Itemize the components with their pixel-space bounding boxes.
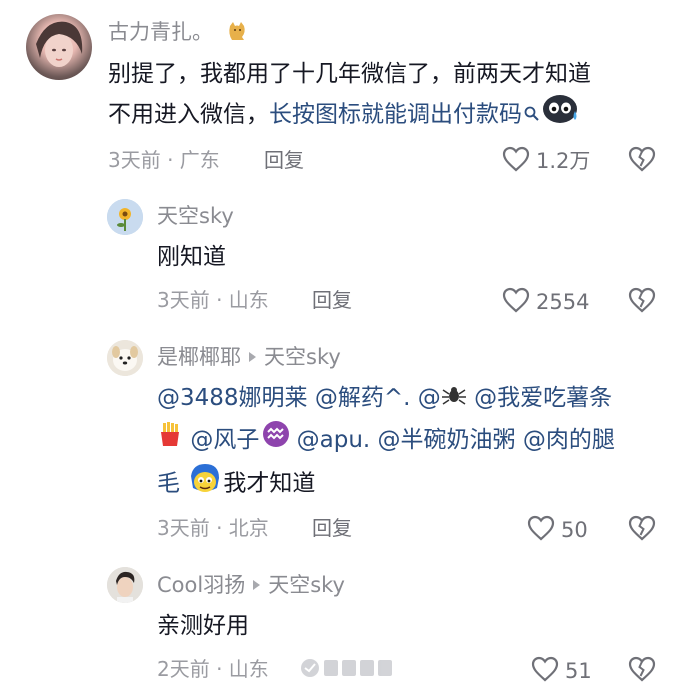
search-link[interactable]: 长按图标就能调出付款码 bbox=[269, 102, 522, 128]
search-icon[interactable] bbox=[524, 96, 540, 134]
avatar[interactable] bbox=[107, 340, 143, 376]
fries-emoji-icon bbox=[157, 421, 183, 459]
play-arrow-icon bbox=[249, 352, 256, 362]
like-button[interactable]: 50 bbox=[527, 515, 588, 545]
like-button[interactable]: 51 bbox=[531, 656, 592, 686]
comment-text: @3488娜明莱 @解药^. @ @我爱吃薯条 @风子 @apu. @半碗奶油粥… bbox=[157, 379, 667, 506]
comment-text-line: @3488娜明莱 @解药^. @ @我爱吃薯条 bbox=[157, 379, 667, 418]
mention-link[interactable]: @风子 bbox=[190, 427, 259, 453]
comment-username[interactable]: 天空sky bbox=[157, 206, 234, 227]
dislike-button[interactable] bbox=[628, 515, 656, 545]
mention-link[interactable]: @半碗奶油粥 bbox=[378, 427, 516, 453]
like-count: 1.2万 bbox=[536, 148, 591, 173]
comment-time-location: 3天前 · 广东 bbox=[108, 148, 220, 172]
like-button[interactable]: 2554 bbox=[502, 287, 589, 317]
mention-link[interactable]: @3488娜明莱 bbox=[157, 385, 308, 411]
play-arrow-icon bbox=[253, 580, 261, 590]
comment-text-line: 别提了，我都用了十几年微信了，前两天才知道 bbox=[108, 61, 591, 87]
dislike-button[interactable] bbox=[628, 656, 656, 686]
username-text[interactable]: 是椰椰耶 bbox=[157, 345, 241, 369]
reply-button[interactable]: 回复 bbox=[312, 290, 352, 310]
watermark bbox=[298, 655, 408, 681]
mention-link[interactable]: @apu. bbox=[297, 427, 371, 453]
comment-text: 刚知道 bbox=[157, 244, 226, 270]
comment-time-location: 2天前 · 山东 bbox=[157, 657, 269, 681]
like-count: 51 bbox=[565, 658, 592, 683]
heart-outline-icon bbox=[502, 287, 530, 317]
comment-text: 亲测好用 bbox=[157, 613, 249, 639]
mention-link[interactable]: @肉的腿 bbox=[523, 427, 615, 453]
comment-text: 别提了，我都用了十几年微信了，前两天才知道 不用进入微信，长按图标就能调出付款码 bbox=[108, 55, 668, 137]
mention-link[interactable]: @我爱吃薯条 bbox=[474, 385, 612, 411]
avatar[interactable] bbox=[26, 14, 92, 80]
comment-username[interactable]: 古力青扎。 bbox=[108, 20, 248, 46]
comment-time-location: 3天前 · 山东 bbox=[157, 288, 269, 312]
reply-button[interactable]: 回复 bbox=[264, 150, 304, 170]
comment-text-segment: 我才知道 bbox=[223, 470, 316, 497]
broken-heart-icon bbox=[628, 146, 656, 172]
comment-text-line: 不用进入微信，长按图标就能调出付款码 bbox=[108, 93, 668, 137]
comment-text-line: @风子 @apu. @半碗奶油粥 @肉的腿 bbox=[157, 421, 667, 460]
like-button[interactable]: 1.2万 bbox=[502, 146, 590, 176]
mention-link[interactable]: @ bbox=[418, 385, 467, 411]
avatar[interactable] bbox=[107, 199, 143, 235]
mention-link[interactable]: 毛 bbox=[157, 471, 180, 497]
heart-outline-icon bbox=[531, 656, 559, 686]
like-count: 50 bbox=[561, 517, 588, 542]
comment-username[interactable]: Cool羽扬 天空sky bbox=[157, 575, 345, 596]
username-text[interactable]: Cool羽扬 bbox=[157, 573, 245, 597]
dislike-button[interactable] bbox=[628, 287, 656, 317]
spider-emoji-icon bbox=[441, 380, 467, 418]
reply-to-username[interactable]: 天空sky bbox=[264, 345, 341, 369]
broken-heart-icon bbox=[628, 656, 656, 682]
avatar[interactable] bbox=[107, 567, 143, 603]
username-text[interactable]: 古力青扎。 bbox=[108, 20, 213, 44]
comment-text-line: 毛 我才知道 bbox=[157, 462, 667, 506]
heart-outline-icon bbox=[527, 515, 555, 545]
heart-outline-icon bbox=[502, 146, 530, 176]
dislike-button[interactable] bbox=[628, 146, 656, 176]
reply-to-username[interactable]: 天空sky bbox=[268, 573, 345, 597]
comment-time-location: 3天前 · 北京 bbox=[157, 516, 269, 540]
character-emoji-icon bbox=[187, 462, 223, 506]
comment-text-segment: 不用进入微信， bbox=[108, 101, 269, 128]
comment-username[interactable]: 是椰椰耶 天空sky bbox=[157, 347, 341, 368]
broken-heart-icon bbox=[628, 515, 656, 541]
cat-emoji-icon bbox=[226, 20, 248, 46]
broken-heart-icon bbox=[628, 287, 656, 313]
mention-link[interactable]: @解药^. bbox=[315, 385, 411, 411]
reply-button[interactable]: 回复 bbox=[312, 518, 352, 538]
sweat-emoji-icon bbox=[542, 93, 580, 137]
aquarius-emoji-icon bbox=[263, 421, 290, 459]
mention-prefix[interactable]: @ bbox=[418, 385, 441, 411]
like-count: 2554 bbox=[536, 289, 590, 314]
